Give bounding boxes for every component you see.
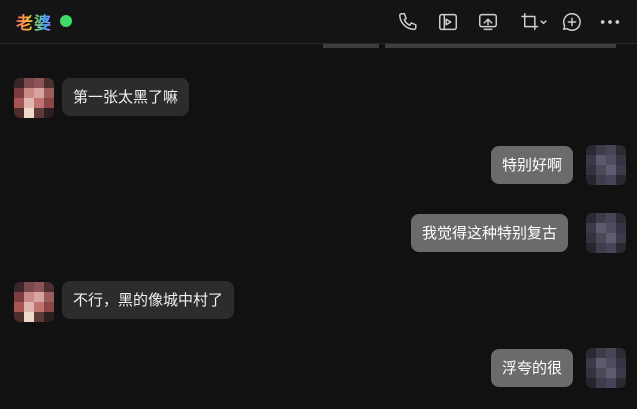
my-avatar[interactable] xyxy=(586,348,626,388)
message-bubble[interactable]: 浮夸的很 xyxy=(491,349,574,387)
message-bubble[interactable]: 第一张太黑了嘛 xyxy=(62,78,190,116)
message-bubble[interactable]: 不行，黑的像城中村了 xyxy=(62,281,235,319)
more-icon[interactable] xyxy=(598,10,622,34)
contact-avatar[interactable] xyxy=(14,78,54,118)
chat-header: 老婆 xyxy=(0,0,637,44)
previous-image-preview[interactable] xyxy=(323,44,616,48)
contact-name: 老婆 xyxy=(16,9,52,34)
contact-avatar[interactable] xyxy=(14,282,54,322)
screen-share-icon[interactable] xyxy=(476,10,500,34)
online-status-dot xyxy=(60,15,72,27)
my-avatar[interactable] xyxy=(586,213,626,253)
my-avatar[interactable] xyxy=(586,145,626,185)
screen-capture-icon[interactable] xyxy=(516,10,550,34)
message-bubble[interactable]: 我觉得这种特别复古 xyxy=(411,214,569,252)
video-call-icon[interactable] xyxy=(436,10,460,34)
message-bubble[interactable]: 特别好啊 xyxy=(491,146,574,184)
add-chat-icon[interactable] xyxy=(560,10,584,34)
phone-icon[interactable] xyxy=(396,10,420,34)
